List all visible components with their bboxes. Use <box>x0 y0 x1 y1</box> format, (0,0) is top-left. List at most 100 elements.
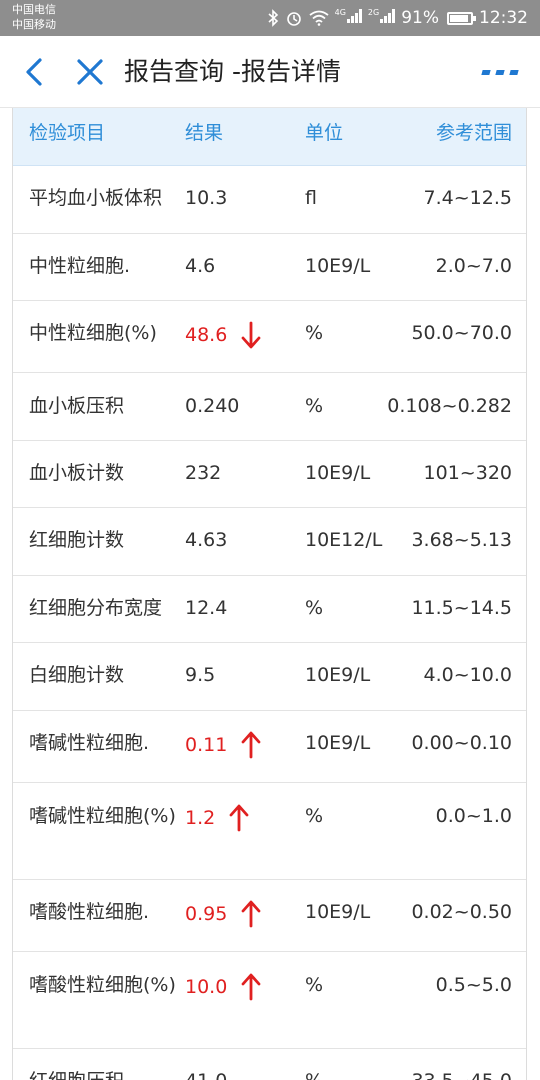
item-name: 中性粒细胞. <box>29 255 131 277</box>
result-value: 0.240 <box>185 395 240 417</box>
more-icon-dot <box>509 69 519 75</box>
result-cell: 4.63 <box>185 525 301 555</box>
nav-bar: 报告查询 -报告详情 <box>0 36 540 108</box>
item-name: 红细胞分布宽度 <box>29 597 163 619</box>
table-row: 红细胞压积41.0%33.5~45.0 <box>13 1049 526 1080</box>
result-cell: 10.3 <box>185 183 301 213</box>
result-value: 4.6 <box>185 255 216 277</box>
reference-range: 2.0~7.0 <box>435 255 512 277</box>
header-result: 结果 <box>185 122 224 144</box>
more-button[interactable] <box>481 62 519 82</box>
item-name: 白细胞计数 <box>29 664 125 686</box>
arrow-up-icon <box>241 900 261 928</box>
result-value: 41.0 <box>185 1066 227 1080</box>
item-name: 平均血小板体积 <box>29 187 163 209</box>
result-cell: 12.4 <box>185 593 301 623</box>
reference-range: 0.5~5.0 <box>435 974 512 996</box>
result-cell: 48.6 <box>185 320 301 350</box>
table-row: 嗜酸性粒细胞. 0.95 10E9/L 0.02~0.50 <box>13 880 526 952</box>
result-cell: 41.0 <box>185 1066 301 1080</box>
table-row: 血小板计数 232 10E9/L 101~320 <box>13 441 526 508</box>
header-item: 检验项目 <box>29 122 106 144</box>
item-name: 红细胞计数 <box>29 529 125 551</box>
network-type-1: 4G <box>334 8 346 17</box>
signal-2: 2G <box>367 8 396 28</box>
chevron-left-icon <box>26 58 42 86</box>
reference-range: 50.0~70.0 <box>411 322 512 344</box>
more-icon <box>481 69 491 75</box>
arrow-down-icon <box>241 321 261 349</box>
result-value: 10.0 <box>185 976 228 998</box>
table-header: 检验项目 结果 单位 参考范围 <box>13 108 526 166</box>
signal-bars-icon <box>346 9 362 23</box>
carrier-1: 中国电信 <box>12 3 56 16</box>
arrow-up-icon <box>241 973 261 1001</box>
result-value: 12.4 <box>185 597 228 619</box>
result-value: 4.63 <box>185 529 228 551</box>
result-value: 0.11 <box>185 734 228 756</box>
reference-range: 3.68~5.13 <box>411 529 512 551</box>
carrier-info: 中国电信 中国移动 <box>12 2 56 32</box>
table-row: 红细胞分布宽度 12.4% 11.5~14.5 <box>13 576 526 643</box>
table-row: 红细胞计数 4.63 10E12/L 3.68~5.13 <box>13 508 526 576</box>
report-table: 检验项目 结果 单位 参考范围 平均血小板体积 10.3 fl 7.4~12.5 中性粒… <box>12 108 527 1080</box>
reference-range: 7.4~12.5 <box>423 187 512 209</box>
page-title: 报告查询 -报告详情 <box>124 57 341 86</box>
result-value: 9.5 <box>185 664 216 686</box>
clock: 12:32 <box>479 8 528 28</box>
item-name: 中性粒细胞(%) <box>29 322 157 344</box>
table-row: 白细胞计数 9.5 10E9/L 4.0~10.0 <box>13 643 526 711</box>
result-value: 10.3 <box>185 187 228 209</box>
result-cell: 1.2 <box>185 803 301 833</box>
signal-1: 4G <box>335 8 362 28</box>
status-bar: 中国电信 中国移动 4G 2G 91% 12:32 <box>0 0 540 36</box>
reference-range: 4.0~10.0 <box>423 664 512 686</box>
header-unit: 单位 <box>305 122 344 144</box>
bluetooth-icon <box>268 9 278 27</box>
item-name: 嗜碱性粒细胞(%) <box>29 805 176 827</box>
result-value: 48.6 <box>185 324 228 346</box>
more-icon-dot <box>495 69 505 75</box>
result-cell: 232 <box>185 458 301 488</box>
item-name: 嗜酸性粒细胞(%) <box>29 974 176 996</box>
battery-fill <box>450 14 469 22</box>
table-row: 中性粒细胞(%) 48.6% 50.0~70.0 <box>13 301 526 373</box>
alarm-icon <box>286 12 301 26</box>
result-cell: 0.11 <box>185 730 301 760</box>
result-cell: 0.240 <box>185 391 301 421</box>
result-value: 232 <box>185 462 222 484</box>
close-icon <box>77 59 103 85</box>
reference-range: 11.5~14.5 <box>411 597 512 619</box>
battery-percent: 91% <box>401 8 439 28</box>
item-name: 嗜酸性粒细胞. <box>29 901 150 923</box>
table-body: 平均血小板体积 10.3 fl 7.4~12.5 中性粒细胞. 4.6 10E9/L 2.0~… <box>13 166 526 1080</box>
table-row: 嗜碱性粒细胞. 0.11 10E9/L 0.00~0.10 <box>13 711 526 783</box>
result-cell: 4.6 <box>185 251 301 281</box>
back-button[interactable] <box>18 54 54 90</box>
wifi-icon <box>309 10 329 26</box>
result-cell: 10.0 <box>185 972 301 1002</box>
result-cell: 0.95 <box>185 899 301 929</box>
result-value: 1.2 <box>185 807 216 829</box>
item-name: 血小板计数 <box>29 462 125 484</box>
item-name: 嗜碱性粒细胞. <box>29 732 150 754</box>
reference-range: 0.108~0.282 <box>387 395 512 417</box>
table-row: 血小板压积 0.240% 0.108~0.282 <box>13 373 526 441</box>
table-row: 中性粒细胞. 4.6 10E9/L 2.0~7.0 <box>13 234 526 301</box>
network-type-2: 2G <box>367 8 380 17</box>
reference-range: 101~320 <box>423 462 512 484</box>
reference-range: 0.00~0.10 <box>411 732 512 754</box>
arrow-up-icon <box>229 804 249 832</box>
carrier-2: 中国移动 <box>12 18 56 31</box>
status-icons: 4G 2G 91% 12:32 <box>267 0 528 36</box>
reference-range: 0.02~0.50 <box>411 901 512 923</box>
battery-icon <box>447 11 476 25</box>
result-cell: 9.5 <box>185 660 301 690</box>
close-button[interactable] <box>72 54 108 90</box>
reference-range: 33.5~45.0 <box>362 1066 512 1080</box>
reference-range: 0.0~1.0 <box>435 805 512 827</box>
table-row: 嗜碱性粒细胞(%) 1.2% 0.0~1.0 <box>13 783 526 880</box>
header-range: 参考范围 <box>435 122 512 144</box>
table-row: 嗜酸性粒细胞(%) 10.0% 0.5~5.0 <box>13 952 526 1049</box>
arrow-up-icon <box>241 731 261 759</box>
